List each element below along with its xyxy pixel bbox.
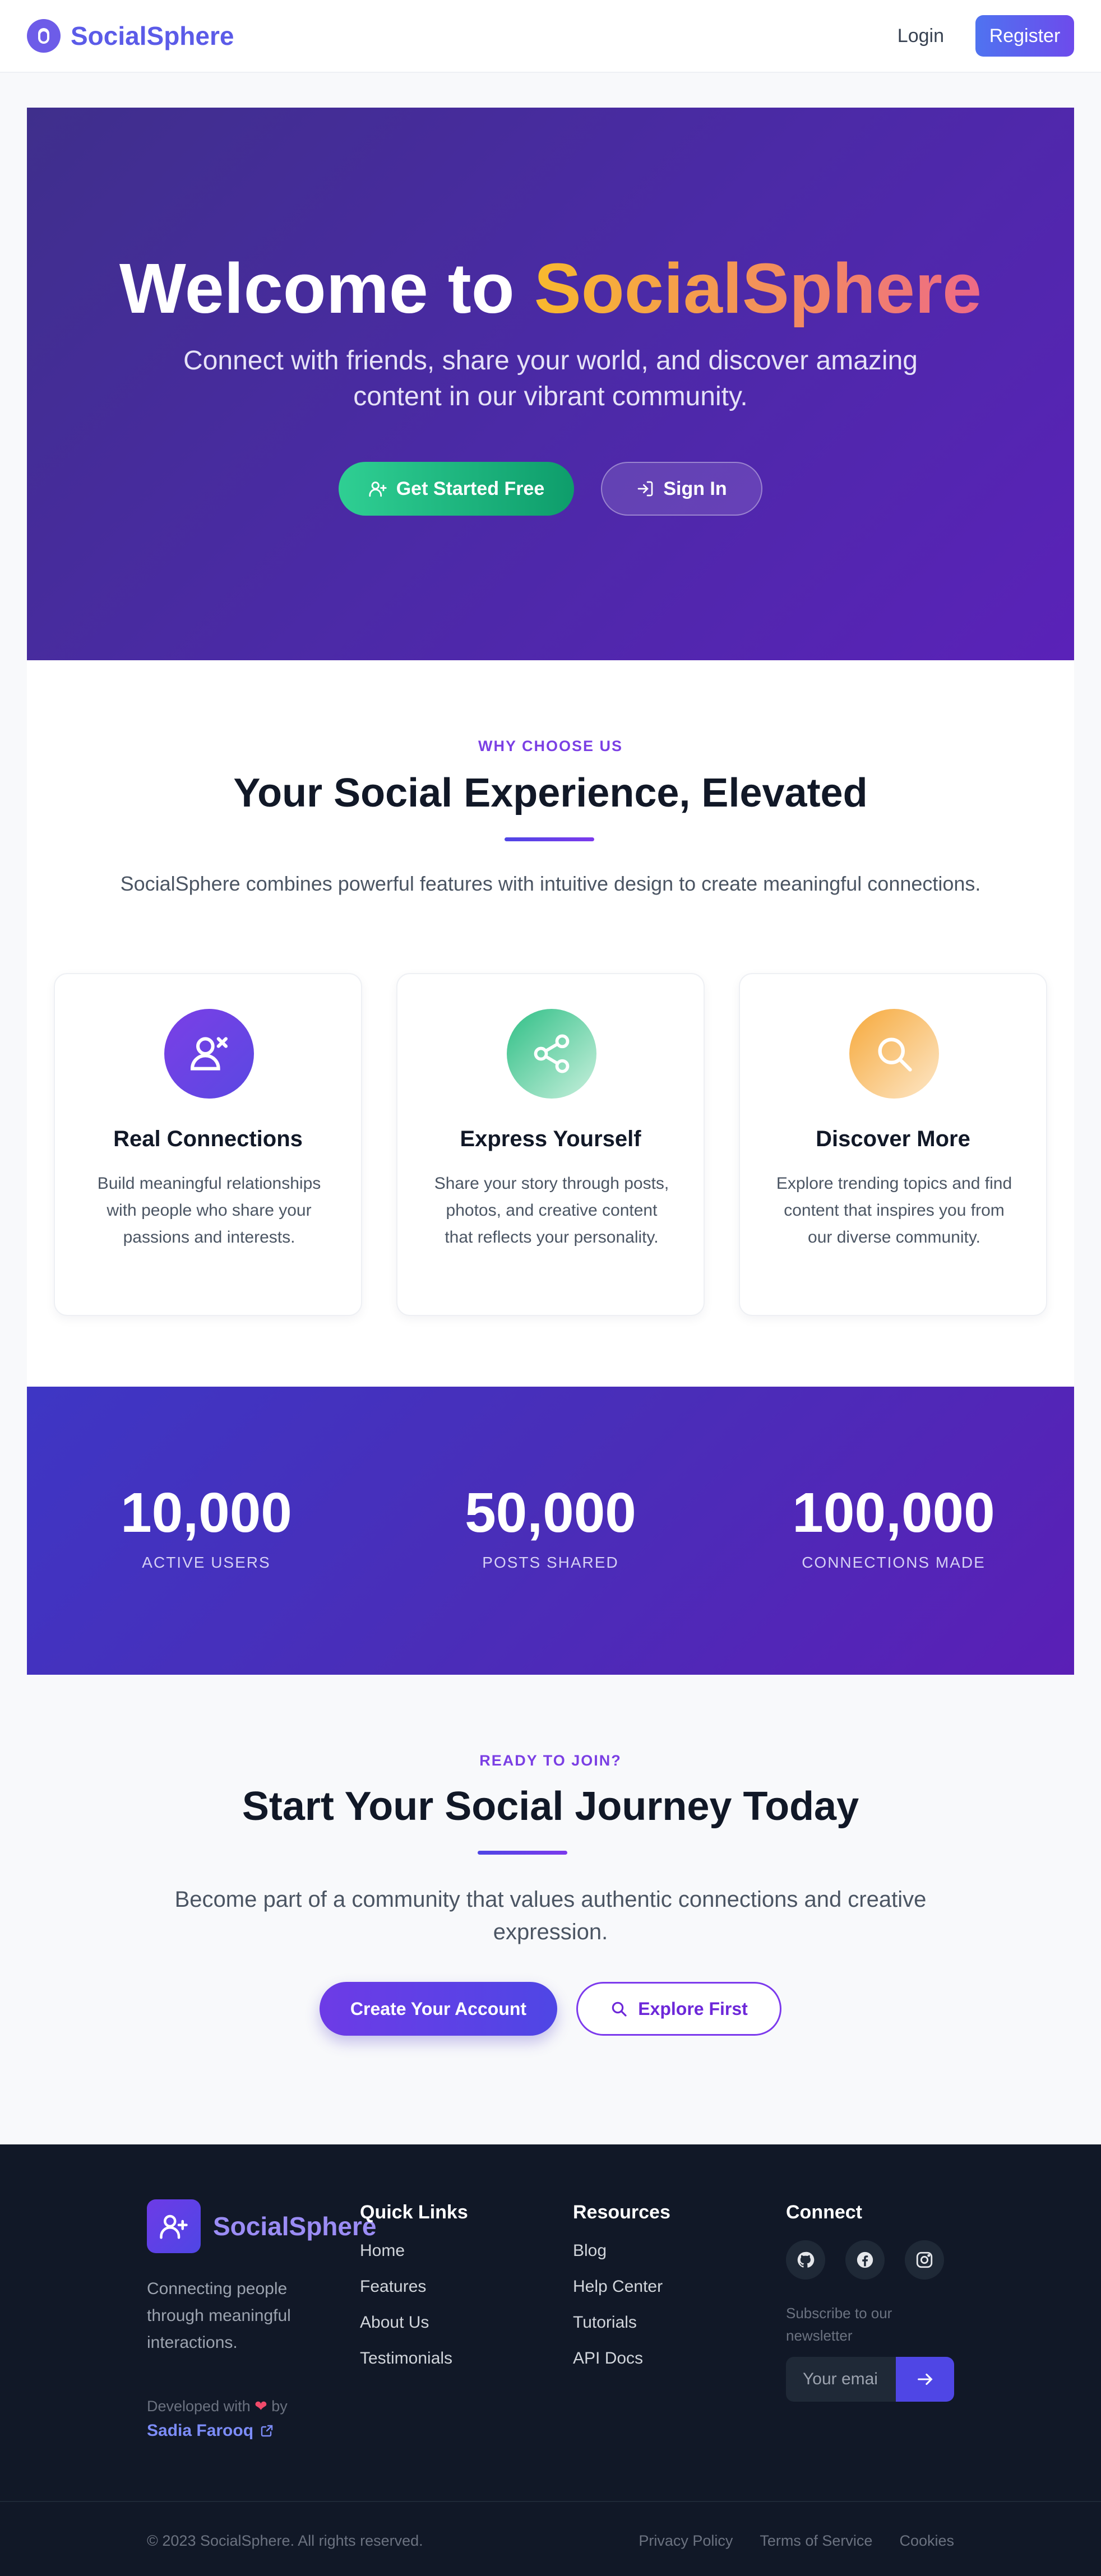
feature-title: Express Yourself xyxy=(460,1127,641,1151)
footer-link-api-docs[interactable]: API Docs xyxy=(573,2348,670,2369)
resources-column: Resources Blog Help Center Tutorials API… xyxy=(573,2202,670,2384)
stat-active-users: 10,000 ACTIVE USERS xyxy=(66,1482,346,1572)
legal-links: Privacy Policy Terms of Service Cookies xyxy=(639,2532,954,2550)
sign-in-label: Sign In xyxy=(663,478,727,499)
footer-brand-name: SocialSphere xyxy=(213,2212,377,2241)
feature-description: Explore trending topics and find content… xyxy=(776,1174,1012,1247)
brand-name: SocialSphere xyxy=(71,21,234,50)
developed-with-label: Developed with xyxy=(147,2398,251,2415)
sign-in-icon xyxy=(637,481,653,497)
cta-section: READY TO JOIN? Start Your Social Journey… xyxy=(0,1675,1101,2144)
external-link-icon xyxy=(261,2425,273,2437)
stat-value: 100,000 xyxy=(792,1481,995,1544)
instagram-icon[interactable] xyxy=(905,2240,944,2280)
login-button[interactable]: Login xyxy=(894,25,947,48)
connect-column: Connect Subscribe to our newsletter xyxy=(786,2202,954,2402)
cta-title: Start Your Social Journey Today xyxy=(242,1784,859,1829)
newsletter-form xyxy=(786,2357,954,2402)
get-started-label: Get Started Free xyxy=(396,478,545,499)
copyright: © 2023 SocialSphere. All rights reserved… xyxy=(147,2532,423,2549)
footer-link-tutorials[interactable]: Tutorials xyxy=(573,2312,670,2333)
stat-connections-made: 100,000 CONNECTIONS MADE xyxy=(753,1482,1034,1572)
features-title: Your Social Experience, Elevated xyxy=(233,771,868,816)
stat-label: POSTS SHARED xyxy=(482,1554,619,1571)
author-name: Sadia Farooq xyxy=(147,2421,254,2440)
register-button[interactable]: Register xyxy=(975,15,1074,57)
facebook-icon[interactable] xyxy=(845,2240,885,2280)
share-icon xyxy=(507,1009,596,1099)
feature-description: Share your story through posts, photos, … xyxy=(434,1174,669,1247)
footer-divider xyxy=(0,2501,1101,2502)
hero-section: Welcome to SocialSphere Connect with fri… xyxy=(27,108,1074,660)
privacy-policy-link[interactable]: Privacy Policy xyxy=(639,2532,733,2550)
footer-link-about[interactable]: About Us xyxy=(360,2312,468,2333)
quick-links-column: Quick Links Home Features About Us Testi… xyxy=(360,2202,468,2384)
features-eyebrow: WHY CHOOSE US xyxy=(478,738,623,754)
cta-description: Become part of a community that values a… xyxy=(174,1887,927,1944)
column-title: Connect xyxy=(786,2202,862,2223)
arrow-right-icon xyxy=(918,2373,933,2385)
hero-title-prefix: Welcome to xyxy=(119,249,534,328)
stat-value: 50,000 xyxy=(465,1481,636,1544)
title-underline xyxy=(505,837,594,841)
stat-value: 10,000 xyxy=(121,1481,292,1544)
explore-first-label: Explore First xyxy=(638,1998,748,2019)
search-icon xyxy=(849,1009,939,1099)
newsletter-label: Subscribe to our newsletter xyxy=(786,2305,892,2344)
create-account-button[interactable]: Create Your Account xyxy=(320,1982,557,2036)
hero-title: Welcome to SocialSphere xyxy=(27,248,1074,329)
features-section: WHY CHOOSE US Your Social Experience, El… xyxy=(27,660,1074,1387)
user-plus-icon xyxy=(147,2199,201,2253)
footer-link-help-center[interactable]: Help Center xyxy=(573,2276,670,2297)
footer-link-features[interactable]: Features xyxy=(360,2276,468,2297)
hero-subtitle: Connect with friends, share your world, … xyxy=(183,346,918,411)
terms-of-service-link[interactable]: Terms of Service xyxy=(760,2532,872,2550)
stat-label: ACTIVE USERS xyxy=(142,1554,271,1571)
search-icon xyxy=(612,2002,627,2017)
column-title: Quick Links xyxy=(360,2202,468,2223)
feature-description: Build meaningful relationships with peop… xyxy=(97,1174,321,1247)
sign-in-button[interactable]: Sign In xyxy=(601,462,762,516)
feature-card-discover: Discover More Explore trending topics an… xyxy=(739,973,1047,1316)
explore-first-button[interactable]: Explore First xyxy=(576,1982,781,2036)
footer-brand[interactable]: SocialSphere xyxy=(147,2199,376,2253)
footer-link-testimonials[interactable]: Testimonials xyxy=(360,2348,468,2369)
logo-icon xyxy=(27,19,61,53)
brand-logo[interactable]: SocialSphere xyxy=(27,19,234,53)
feature-title: Discover More xyxy=(816,1127,970,1151)
newsletter-submit-button[interactable] xyxy=(896,2357,954,2402)
title-underline xyxy=(478,1851,567,1855)
newsletter-email-input[interactable] xyxy=(786,2357,896,2402)
get-started-button[interactable]: Get Started Free xyxy=(339,462,574,516)
developed-with: Developed with ❤ by xyxy=(147,2398,288,2415)
footer-link-blog[interactable]: Blog xyxy=(573,2240,670,2262)
github-icon[interactable] xyxy=(786,2240,825,2280)
author-link[interactable]: Sadia Farooq xyxy=(147,2421,274,2440)
stat-label: CONNECTIONS MADE xyxy=(802,1554,986,1571)
column-title: Resources xyxy=(573,2202,670,2223)
feature-card-express: Express Yourself Share your story throug… xyxy=(396,973,705,1316)
feature-title: Real Connections xyxy=(113,1127,303,1151)
footer-tagline: Connecting people through meaningful int… xyxy=(147,2280,291,2352)
cookies-link[interactable]: Cookies xyxy=(899,2532,954,2550)
cta-eyebrow: READY TO JOIN? xyxy=(479,1752,622,1769)
user-plus-icon xyxy=(369,481,387,497)
by-label: by xyxy=(271,2398,288,2415)
stat-posts-shared: 50,000 POSTS SHARED xyxy=(410,1482,691,1572)
footer-link-home[interactable]: Home xyxy=(360,2240,468,2262)
features-description: SocialSphere combines powerful features … xyxy=(120,872,981,895)
top-nav: SocialSphere Login Register xyxy=(0,0,1101,73)
stats-section: 10,000 ACTIVE USERS 50,000 POSTS SHARED … xyxy=(27,1387,1074,1675)
site-footer: SocialSphere Connecting people through m… xyxy=(0,2144,1101,2576)
user-connections-icon xyxy=(164,1009,254,1099)
heart-icon: ❤ xyxy=(255,2398,267,2415)
hero-title-accent: SocialSphere xyxy=(534,249,982,328)
feature-card-connections: Real Connections Build meaningful relati… xyxy=(54,973,362,1316)
